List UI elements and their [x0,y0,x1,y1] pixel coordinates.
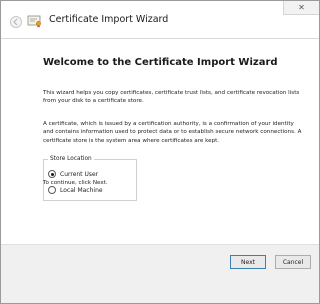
page-heading: Welcome to the Certificate Import Wizard [43,57,278,68]
current-user-option[interactable]: Current User [48,170,98,178]
certificate-description-paragraph: A certificate, which is issued by a cert… [43,121,302,144]
certificate-icon [27,15,41,28]
certificate-import-wizard-window: Certificate Import Wizard ✕ Welcome to t… [0,0,320,304]
close-icon: ✕ [298,3,305,12]
store-location-legend: Store Location [48,156,94,162]
local-machine-label[interactable]: Local Machine [60,187,103,194]
current-user-label[interactable]: Current User [60,171,98,178]
close-button[interactable]: ✕ [283,1,319,15]
title-bar: Certificate Import Wizard ✕ [1,1,319,39]
wizard-footer: Next Cancel [1,244,319,303]
wizard-content: Welcome to the Certificate Import Wizard… [1,40,319,244]
back-button[interactable] [10,16,22,28]
local-machine-option[interactable]: Local Machine [48,186,103,194]
cancel-button[interactable]: Cancel [275,255,311,269]
window-title: Certificate Import Wizard [49,14,169,25]
continue-hint: To continue, click Next. [43,180,108,186]
back-arrow-icon [13,18,18,26]
next-button[interactable]: Next [230,255,266,269]
current-user-radio[interactable] [48,170,56,178]
intro-paragraph: This wizard helps you copy certificates,… [43,90,300,105]
local-machine-radio[interactable] [48,186,56,194]
